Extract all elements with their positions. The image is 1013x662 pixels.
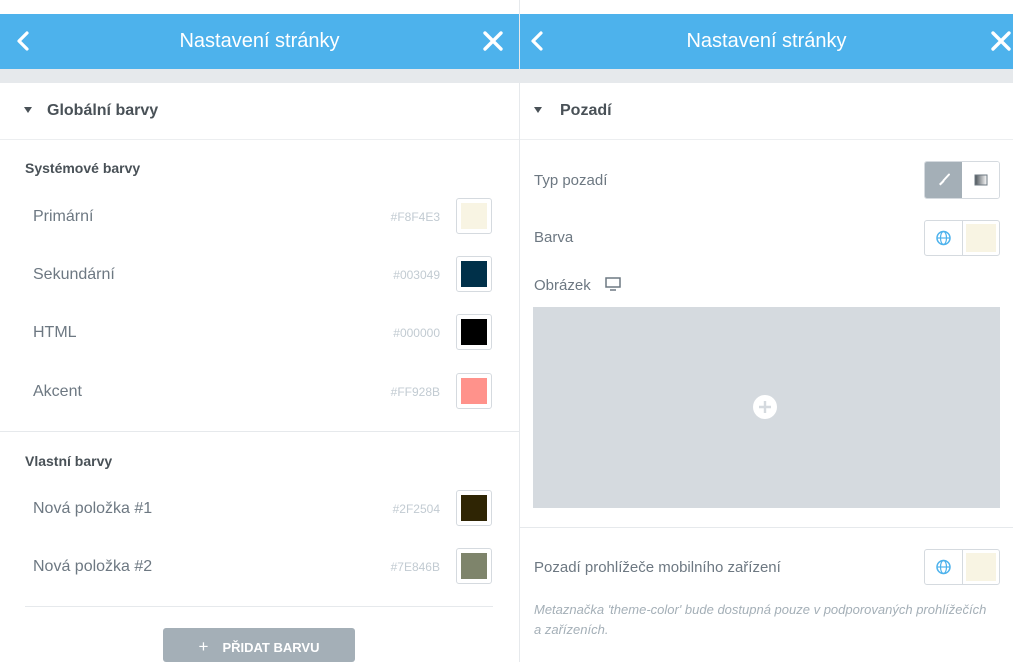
color-hex: #000000 <box>393 326 440 340</box>
divider <box>25 606 493 607</box>
image-label: Obrázek <box>534 277 621 294</box>
plus-icon: + <box>198 637 209 656</box>
image-upload-area[interactable] <box>533 307 1000 508</box>
color-swatch <box>461 553 487 579</box>
panel-title: Nastavení stránky <box>686 30 847 52</box>
color-row[interactable]: Akcent #FF928B <box>0 370 519 414</box>
color-swatch <box>461 203 487 229</box>
color-picker-button[interactable] <box>456 548 492 584</box>
add-color-label: PŘIDAT BARVU <box>222 640 320 655</box>
color-row[interactable]: Nová položka #2 #7E846B <box>0 545 519 589</box>
color-row[interactable]: Nová položka #1 #2F2504 <box>0 487 519 531</box>
color-hex: #FF928B <box>390 385 440 399</box>
plus-circle-icon <box>753 395 777 419</box>
section-header-background[interactable]: Pozadí <box>520 83 1013 140</box>
system-colors-title: Systémové barvy <box>25 160 141 176</box>
color-picker-button[interactable] <box>456 198 492 234</box>
background-type-label: Typ pozadí <box>534 172 608 189</box>
color-row[interactable]: Primární #F8F4E3 <box>0 195 519 239</box>
header-strip <box>520 69 1013 83</box>
color-row[interactable]: Sekundární #003049 <box>0 253 519 297</box>
color-control <box>924 220 1000 256</box>
background-type-gradient[interactable] <box>963 162 999 198</box>
color-picker-button[interactable] <box>456 490 492 526</box>
color-name: Nová položka #1 <box>33 500 153 517</box>
caret-down-icon <box>24 107 32 113</box>
global-colors-button[interactable] <box>925 550 963 584</box>
color-hex: #2F2504 <box>392 502 440 516</box>
divider <box>520 527 1013 528</box>
mobile-background-control <box>924 549 1000 585</box>
color-picker-button[interactable] <box>456 314 492 350</box>
color-swatch <box>461 378 487 404</box>
theme-color-note: Metaznačka 'theme-color' bude dostupná p… <box>534 602 987 637</box>
color-name: Nová položka #2 <box>33 558 153 575</box>
color-picker-button[interactable] <box>456 256 492 292</box>
color-hex: #F8F4E3 <box>390 210 440 224</box>
color-name: Primární <box>33 208 94 225</box>
color-row[interactable]: HTML #000000 <box>0 311 519 355</box>
background-type-choices <box>924 161 1000 199</box>
header-strip <box>0 69 519 83</box>
mobile-background-swatch[interactable] <box>966 553 996 581</box>
panel-title: Nastavení stránky <box>179 30 340 52</box>
color-swatch <box>461 261 487 287</box>
color-hex: #7E846B <box>390 560 440 574</box>
gradient-icon <box>974 174 988 186</box>
globe-icon <box>936 559 951 575</box>
color-swatch <box>461 319 487 345</box>
global-colors-panel: Nastavení stránky Globální barvy Systémo… <box>0 0 519 662</box>
close-icon[interactable] <box>989 29 1013 53</box>
section-title: Globální barvy <box>47 102 159 119</box>
color-name: Akcent <box>33 383 82 400</box>
divider <box>0 431 519 432</box>
brush-icon <box>939 173 950 186</box>
color-name: HTML <box>33 324 77 341</box>
color-swatch <box>461 495 487 521</box>
desktop-icon[interactable] <box>605 277 621 291</box>
section-header-global-colors[interactable]: Globální barvy <box>0 83 519 140</box>
background-settings-panel: Nastavení stránky Pozadí Typ pozadí Barv… <box>520 0 1013 662</box>
custom-colors-title: Vlastní barvy <box>25 453 113 469</box>
background-type-classic[interactable] <box>925 162 962 198</box>
caret-down-icon <box>534 107 542 113</box>
close-icon[interactable] <box>481 29 505 53</box>
globe-icon <box>936 230 951 246</box>
color-swatch[interactable] <box>966 224 996 252</box>
color-label: Barva <box>534 229 574 246</box>
add-color-button[interactable]: + PŘIDAT BARVU <box>163 628 355 662</box>
color-picker-button[interactable] <box>456 373 492 409</box>
color-hex: #003049 <box>393 268 440 282</box>
mobile-background-label: Pozadí prohlížeče mobilního zařízení <box>534 559 781 576</box>
panel-header: Nastavení stránky <box>0 14 519 69</box>
image-label-text: Obrázek <box>534 277 591 294</box>
color-name: Sekundární <box>33 266 115 283</box>
panel-header: Nastavení stránky <box>520 14 1013 69</box>
section-title: Pozadí <box>560 102 612 119</box>
global-colors-button[interactable] <box>925 221 963 255</box>
